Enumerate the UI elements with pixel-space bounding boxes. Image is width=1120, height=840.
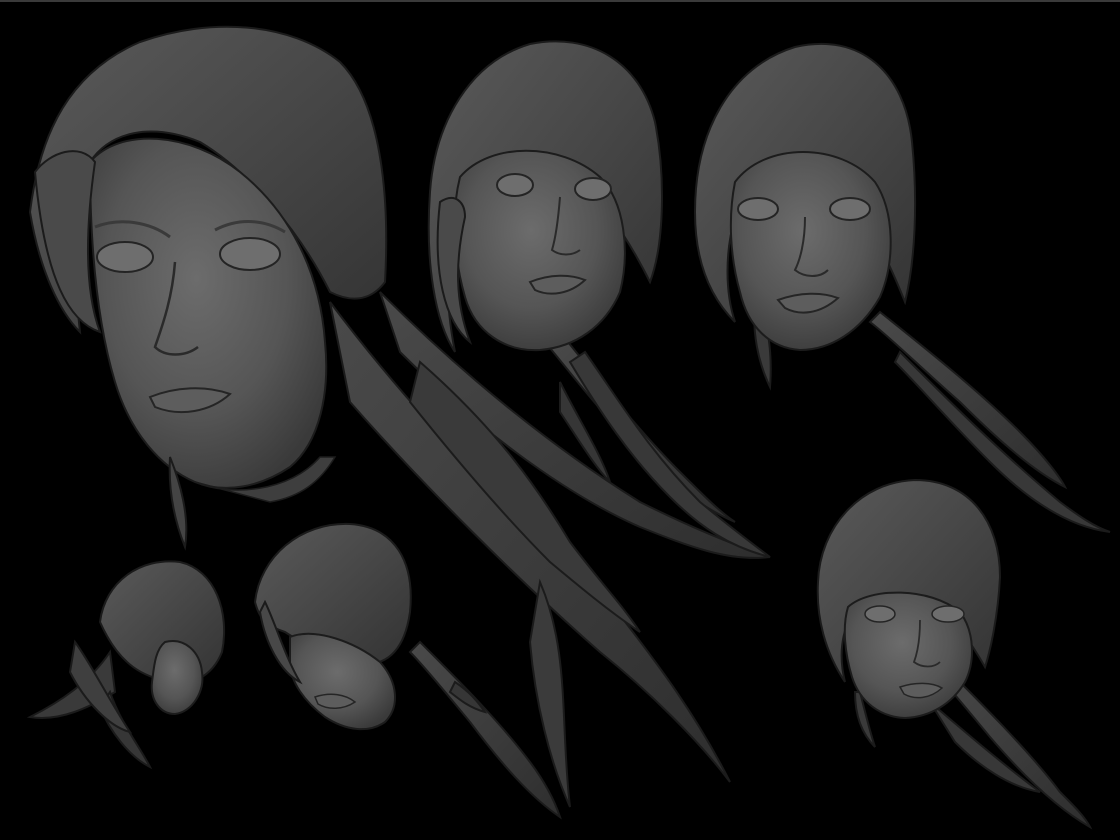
- hair-strand: [868, 310, 1068, 490]
- head-view-profile-right: [26, 560, 226, 770]
- eye: [829, 197, 871, 221]
- render-viewport: [0, 0, 1120, 840]
- face: [150, 640, 204, 716]
- eye: [219, 237, 281, 271]
- eye: [496, 173, 534, 197]
- eye: [737, 197, 779, 221]
- face: [729, 151, 892, 352]
- eye: [864, 605, 896, 623]
- head-sculpt-render: [26, 25, 1111, 830]
- eye: [96, 241, 154, 273]
- hair-lock: [33, 150, 102, 334]
- head-view-front-right: [693, 42, 1111, 533]
- eye: [574, 177, 612, 201]
- eye: [931, 605, 965, 623]
- head-view-three-quarter-small: [816, 478, 1093, 830]
